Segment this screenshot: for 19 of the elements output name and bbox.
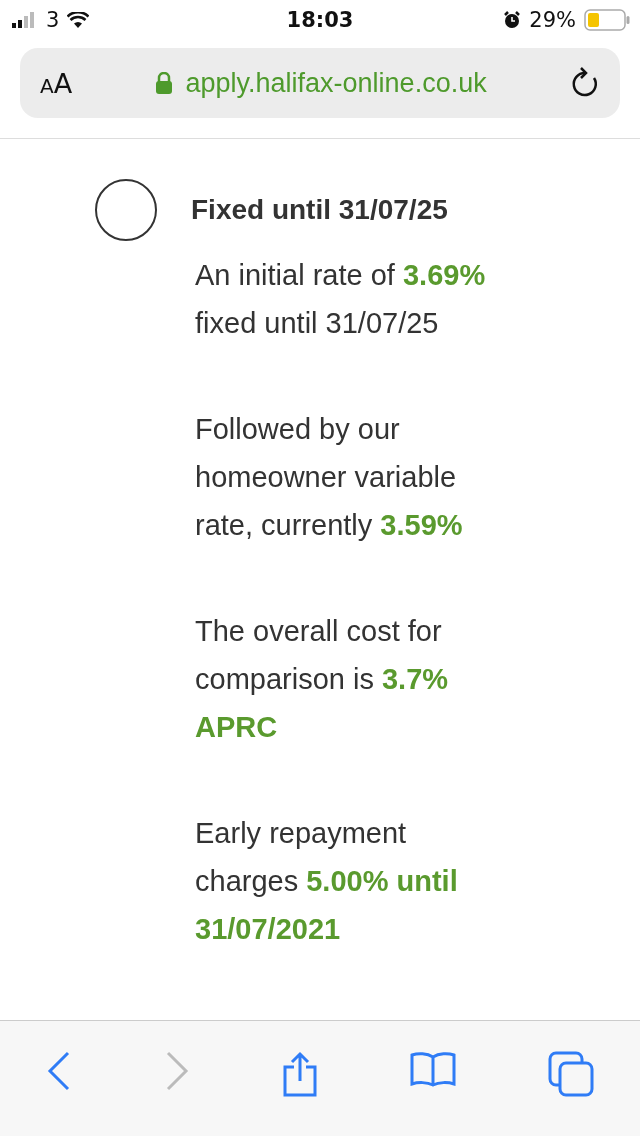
- rate-paragraph: The overall cost for comparison is 3.7% APRC: [195, 614, 450, 745]
- alarm-icon: [503, 11, 522, 29]
- address-bar[interactable]: AA apply.halifax-online.co.uk: [20, 48, 620, 118]
- wifi-icon: [67, 12, 90, 28]
- tabs-icon[interactable]: [548, 1051, 594, 1097]
- clock-time: 18:03: [286, 8, 354, 32]
- battery-icon: [584, 9, 630, 31]
- back-icon[interactable]: [46, 1051, 72, 1091]
- lock-icon: [155, 72, 174, 94]
- share-icon[interactable]: [282, 1051, 318, 1097]
- rate-paragraph: An initial rate of 3.69% fixed until 31/07/25: [195, 258, 487, 341]
- rate-paragraph: Followed by our homeowner variable rate, currently 3.59%: [195, 412, 464, 543]
- battery-percent: 29%: [529, 8, 576, 32]
- option-title: Fixed until 31/07/25: [191, 194, 448, 226]
- carrier-name: 3: [46, 8, 60, 32]
- radio-button[interactable]: [95, 179, 157, 241]
- bookmarks-icon[interactable]: [410, 1051, 456, 1087]
- text-size-button[interactable]: AA: [40, 67, 73, 99]
- rate-paragraph: Early repayment charges 5.00% until 31/07/2021: [195, 816, 459, 947]
